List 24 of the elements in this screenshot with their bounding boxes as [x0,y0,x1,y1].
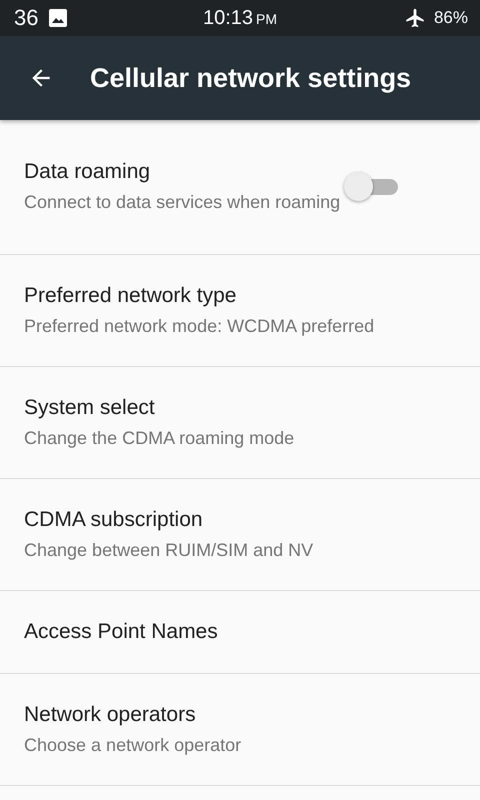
item-summary: Change the CDMA roaming mode [24,426,296,450]
item-summary: Choose a network operator [24,734,242,756]
settings-item[interactable]: CDMA subscription Change between RUIM/SIM and NV [0,479,480,591]
item-title: Preferred network type [24,284,238,308]
settings-item[interactable]: Network operators Choose a network operator [0,674,480,786]
status-text: 36 [14,5,38,31]
battery-percent: 86% [434,8,468,28]
item-title: System select [24,396,156,420]
toolbar-title: Cellular network settings [90,62,412,94]
airplane-icon [404,7,426,29]
item-title: Network operators [24,702,197,726]
item-summary: Connect to data services when roaming [24,191,342,214]
item-summary: Change between RUIM/SIM and NV [24,538,314,562]
item-title: Access Point Names [24,620,219,644]
clock-suffix: PM [256,10,278,26]
settings-item[interactable]: Data roaming Connect to data services when roaming [0,120,480,255]
item-summary: Preferred network mode: WCDMA preferred [24,314,376,338]
settings-item[interactable]: System select Change the CDMA roaming mode [0,367,480,479]
item-title: Data roaming [24,160,152,184]
clock-time: 10:13 [202,6,254,30]
settings-item[interactable]: Access Point Names [0,591,480,674]
item-title: CDMA subscription [24,508,204,532]
settings-item[interactable]: Preferred network type Preferred network mode: WCDMA preferred [0,255,480,367]
image-icon [48,8,68,28]
